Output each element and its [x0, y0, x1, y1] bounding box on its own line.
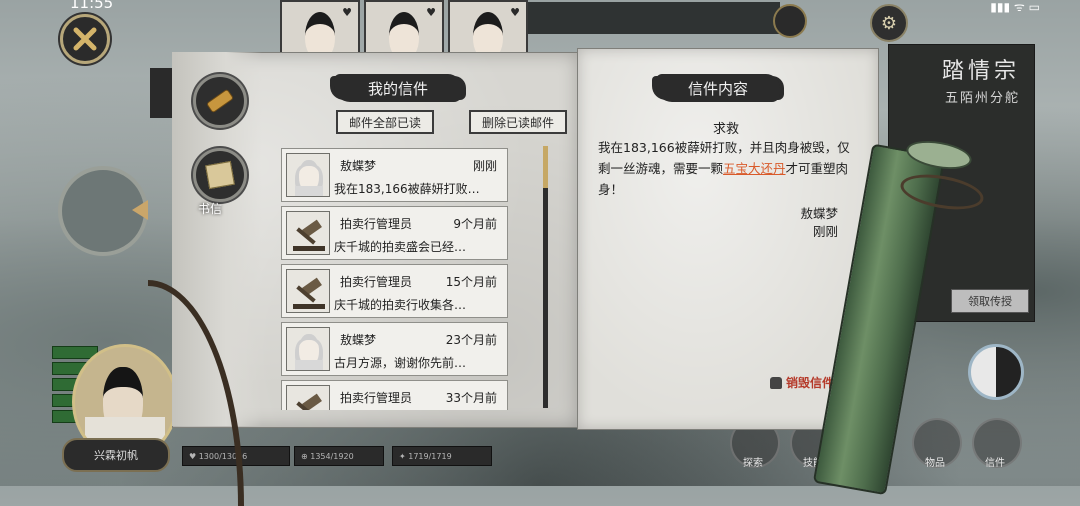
heart-icon: ♥ [342, 6, 352, 19]
destroy-letter-button[interactable]: 销毁信件 [770, 374, 834, 391]
sender-avatar [286, 211, 330, 255]
heart-icon: ♥ [426, 6, 436, 19]
mail-time: 33个月前 [445, 391, 497, 405]
mail-item[interactable]: 敖蝶梦 刚刚 我在183,166被薛妍打败… [281, 148, 508, 202]
item-link[interactable]: 五宝大还丹 [723, 161, 786, 176]
mail-preview: 庆千城的拍卖行收集各… [334, 298, 467, 312]
portrait-body [295, 360, 323, 370]
delete-read-button[interactable]: 删除已读邮件 [469, 110, 567, 134]
letter-icon [205, 160, 235, 190]
sender-avatar [286, 385, 330, 410]
sender-avatar [286, 153, 330, 197]
read-all-button[interactable]: 邮件全部已读 [336, 110, 434, 134]
heart-icon: ♥ [510, 6, 520, 19]
mail-time: 9个月前 [453, 217, 497, 231]
settings-gear-icon[interactable]: ⚙ [870, 4, 908, 42]
mail-preview: 庆千城的拍卖盛会已经… [334, 240, 467, 254]
destroy-letter-label: 销毁信件 [786, 376, 835, 390]
sender-avatar [286, 327, 330, 371]
destroy-icon [770, 376, 782, 389]
letter-signature: 敖蝶梦 [800, 206, 838, 221]
top-portrait[interactable]: ♥ [280, 0, 360, 58]
character-name: 兴霖初帆 [94, 449, 138, 462]
stat-energy-label: ✦ 1719/1719 [399, 451, 452, 461]
mailbox-title: 我的信件 [334, 74, 462, 102]
direction-dial[interactable] [58, 166, 148, 256]
mail-sender: 拍卖行管理员 [340, 217, 413, 231]
portrait-body [295, 186, 323, 196]
gavel-base [293, 246, 325, 251]
mail-item[interactable]: 拍卖行管理员 9个月前 庆千城的拍卖盛会已经… [281, 206, 508, 260]
letter-time: 刚刚 [812, 224, 838, 239]
mail-time: 15个月前 [445, 275, 497, 289]
mail-preview: 古月方源，谢谢你先前… [334, 356, 467, 370]
coin-button[interactable] [773, 4, 807, 38]
mail-item[interactable]: 拍卖行管理员 33个月前 [281, 380, 508, 410]
nav-label-explore: 探索 [743, 458, 763, 469]
claim-teaching-button[interactable]: 领取传授 [951, 289, 1029, 313]
letter-body: 我在183,166被薛妍打败，并且肉身被毁，仅剩一丝游魂，需要一颗五宝大还丹才可… [598, 137, 858, 200]
mail-sender: 拍卖行管理员 [340, 391, 413, 405]
mail-item[interactable]: 拍卖行管理员 15个月前 庆千城的拍卖行收集各… [281, 264, 508, 318]
letter-subject: 求救 [713, 122, 740, 137]
sect-subtitle: 五陌州分舵 [944, 91, 1020, 106]
stat-bar-mp: ⊕ 1354/1920 [294, 446, 384, 466]
top-portrait[interactable]: ♥ [364, 0, 444, 58]
close-button[interactable] [60, 14, 110, 64]
mail-time: 23个月前 [445, 333, 497, 347]
mail-preview: 我在183,166被薛妍打败… [334, 182, 480, 196]
mail-tab-button[interactable] [193, 148, 247, 202]
status-indicators: ▮▮▮ ᯤ ▭ [990, 0, 1040, 14]
mail-tab-label: 书信 [198, 202, 223, 216]
gavel-base [293, 304, 325, 309]
nav-label-mail: 信件 [985, 458, 1005, 469]
taiji-icon[interactable] [968, 344, 1024, 400]
mail-sender: 敖蝶梦 [340, 333, 377, 347]
sender-avatar [286, 269, 330, 313]
scroll-tab-button[interactable] [193, 74, 247, 128]
mail-sender: 敖蝶梦 [340, 159, 377, 173]
mail-sender: 拍卖行管理员 [340, 275, 413, 289]
stat-bar-energy: ✦ 1719/1719 [392, 446, 492, 466]
top-portrait[interactable]: ♥ [448, 0, 528, 58]
close-icon [73, 27, 97, 51]
letter-title: 信件内容 [656, 74, 780, 102]
mail-time: 刚刚 [472, 159, 497, 173]
side-vertical-banner [150, 68, 172, 118]
dial-arrow-icon [132, 200, 148, 220]
mailbox-title-text: 我的信件 [367, 79, 428, 98]
nav-label-items: 物品 [925, 458, 945, 469]
status-time: 11:55 [70, 0, 114, 12]
mail-item[interactable]: 敖蝶梦 23个月前 古月方源，谢谢你先前… [281, 322, 508, 376]
scrollbar-thumb[interactable] [543, 146, 548, 188]
scroll-icon [205, 88, 235, 114]
mail-list[interactable]: 敖蝶梦 刚刚 我在183,166被薛妍打败… 拍卖行管理员 9个月前 庆千城的拍… [281, 148, 508, 410]
sect-title: 踏情宗 [941, 59, 1020, 84]
stat-mp-label: ⊕ 1354/1920 [301, 451, 354, 461]
letter-title-text: 信件内容 [687, 79, 748, 98]
